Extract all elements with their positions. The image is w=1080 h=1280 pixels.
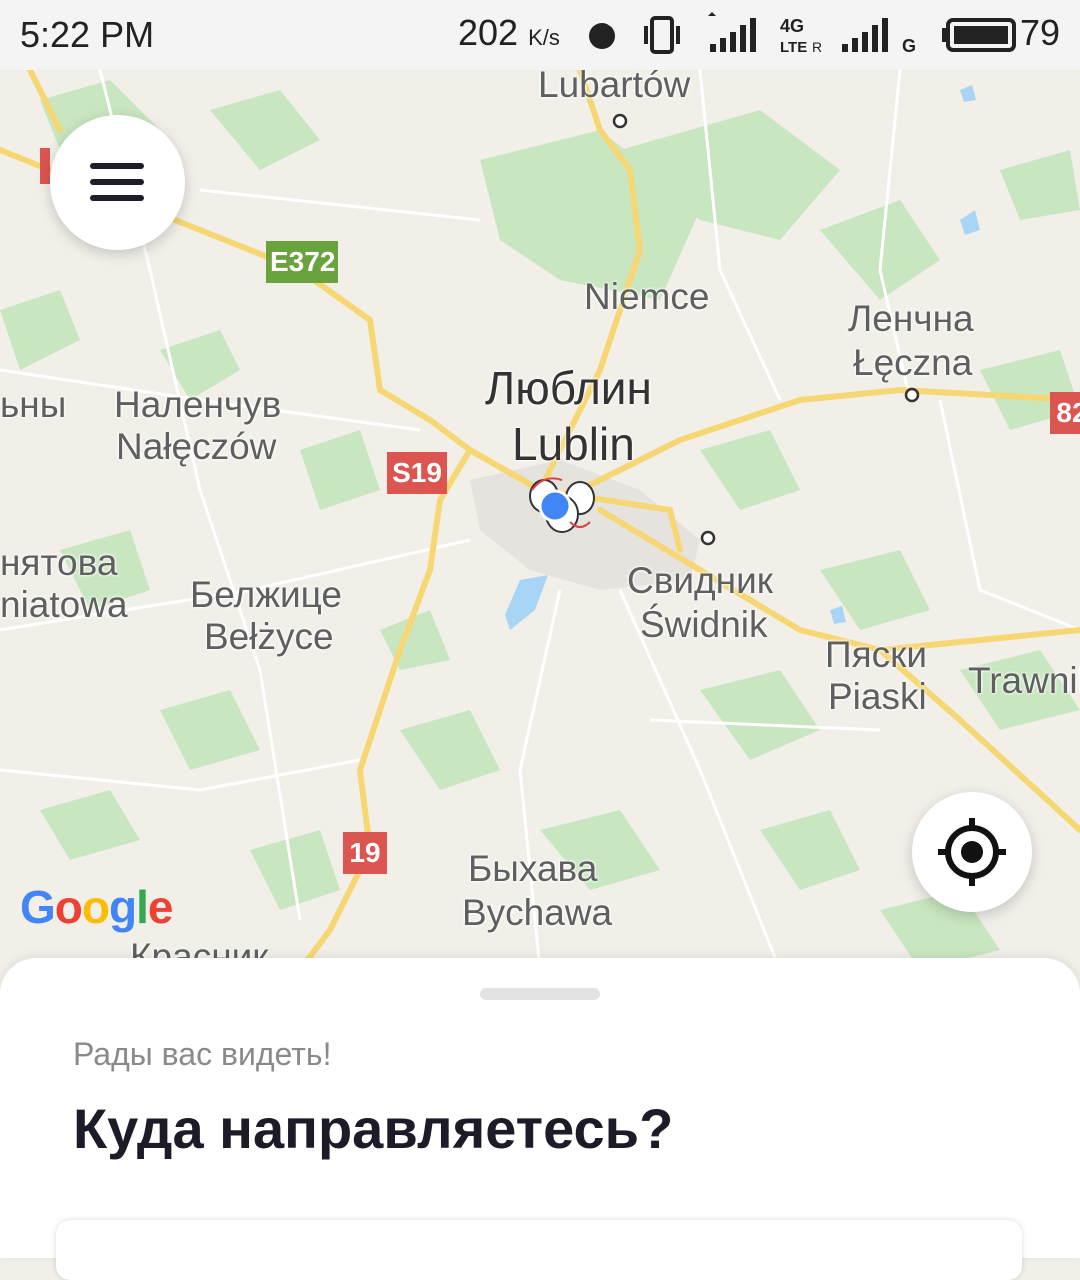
crosshair-icon [938,818,1006,886]
status-icons: 4G LTE R G [589,12,1016,56]
greeting-text: Рады вас видеть! [73,1036,332,1072]
map-label-leczna: Łęczna [853,342,973,383]
network-speed: 202 K/s [458,12,560,53]
battery-level: 79 [1020,12,1061,53]
svg-text:LTE: LTE [780,39,807,56]
road-shield-19: 19 [343,832,387,874]
svg-text:4G: 4G [780,16,804,36]
hamburger-icon [90,163,144,169]
map-label-belzyce: Bełżyce [204,616,334,657]
map-label-leczna-ru: Ленчна [848,298,974,339]
menu-button[interactable] [50,115,185,250]
hamburger-icon-line [90,195,144,201]
map-label-lublin: Lublin [512,418,635,470]
map-label-bychawa-ru: Быхава [468,848,598,889]
map-label-poniatowa: niatowa [0,584,128,625]
google-logo: Google [20,881,173,933]
road-shield-s19: S19 [387,452,447,494]
map-label-poniatowa-ru: нятова [0,542,118,583]
map-label-niemce: Niemce [584,276,710,317]
svg-text:R: R [812,39,822,55]
map-label-bychawa: Bychawa [462,892,613,933]
map-label-swidnik-ru: Свидник [627,560,773,601]
destination-input-card[interactable] [56,1220,1022,1280]
road-shield-partial [40,148,50,184]
bottom-sheet[interactable]: Рады вас видеть! Куда направляетесь? [0,958,1080,1280]
map-label-naleczow-ru: Наленчув [114,384,282,425]
map-label-lublin-ru: Люблин [485,362,652,414]
svg-text:G: G [902,36,916,56]
hamburger-icon-line [90,179,144,185]
battery-icon [942,18,1016,52]
status-bar: 5:22 PM 202 K/s 4G LTE R G 79 [0,0,1080,70]
road-shield-e372: E372 [266,241,338,283]
map-label-partial: ьны [0,384,67,425]
map-label-swidnik: Świdnik [640,604,768,645]
map-label-naleczow: Nałęczów [116,426,277,467]
current-location-marker [529,477,595,533]
vibrate-icon [644,16,680,54]
data-saver-icon [589,13,617,49]
map-label-belzyce-ru: Белжице [190,574,342,615]
status-time: 5:22 PM [20,14,155,55]
destination-question: Куда направляетесь? [73,1097,674,1160]
road-shield-82: 82 [1050,392,1080,434]
signal-icon [708,12,756,52]
map-label-piaski-ru: Пяски [825,634,927,675]
signal-icon-2 [842,18,888,52]
locate-me-button[interactable] [912,792,1032,912]
map-label-trawniki: Trawnil [968,660,1080,701]
map-label-piaski: Piaski [828,676,927,717]
sheet-drag-handle[interactable] [480,988,600,1000]
map-label-lubartow: Lubartów [538,70,691,105]
